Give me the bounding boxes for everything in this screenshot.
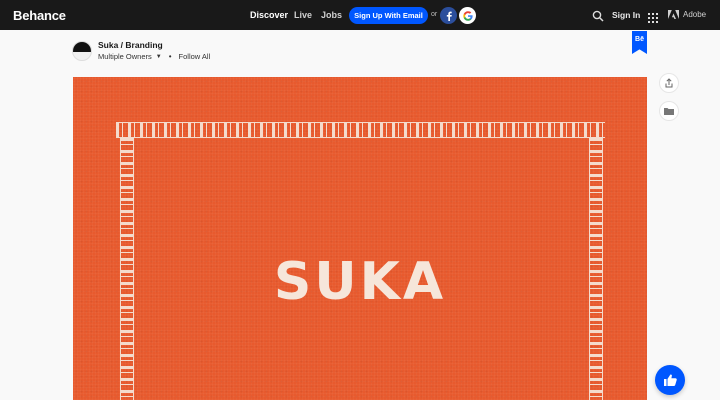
search-button[interactable] (592, 9, 604, 22)
behance-ribbon: Bē (632, 31, 647, 54)
behance-logo[interactable]: Behance (13, 8, 66, 23)
save-to-collection-button[interactable] (659, 101, 679, 121)
facebook-signin-button[interactable] (440, 7, 457, 24)
project-title: Suka / Branding (98, 40, 163, 50)
appreciate-button[interactable] (655, 365, 685, 395)
follow-all-button[interactable]: Follow All (179, 52, 211, 61)
separator-dot: • (168, 52, 172, 61)
adobe-label: Adobe (683, 10, 707, 19)
project-hero-image: SUKA (73, 77, 647, 400)
owners-row: Multiple Owners ▼ • Follow All (98, 52, 210, 61)
nav-jobs[interactable]: Jobs (321, 10, 342, 20)
or-separator: or (431, 11, 438, 18)
chevron-down-icon[interactable]: ▼ (156, 54, 162, 60)
pattern-border-top (116, 122, 605, 138)
search-icon (592, 10, 604, 22)
top-nav: Behance Discover Live Jobs Sign Up With … (0, 0, 720, 30)
share-icon (665, 78, 673, 88)
apps-menu-button[interactable] (648, 10, 658, 23)
thumbs-up-icon (663, 374, 677, 386)
apps-grid-icon (648, 13, 658, 23)
nav-live[interactable]: Live (294, 10, 312, 20)
sign-in-link[interactable]: Sign In (612, 10, 640, 20)
share-button[interactable] (659, 73, 679, 93)
google-icon (462, 10, 473, 21)
owner-avatar[interactable] (72, 41, 92, 61)
signup-email-button[interactable]: Sign Up With Email (349, 7, 428, 24)
google-signin-button[interactable] (459, 7, 476, 24)
adobe-icon (668, 10, 679, 19)
folder-icon (664, 107, 674, 115)
facebook-icon (446, 11, 452, 21)
nav-discover[interactable]: Discover (250, 10, 288, 20)
multiple-owners-dropdown[interactable]: Multiple Owners (98, 52, 152, 61)
adobe-link[interactable]: Adobe (668, 10, 706, 19)
suka-wordmark: SUKA (273, 252, 447, 312)
